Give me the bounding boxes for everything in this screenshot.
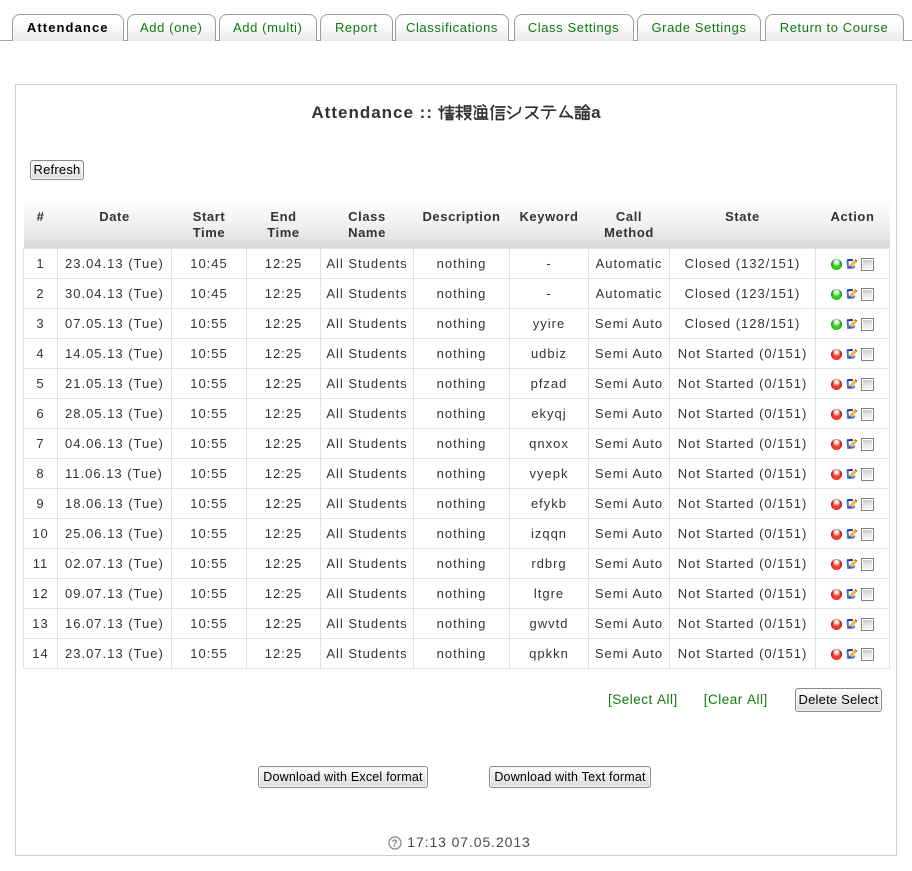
svg-text:?: ? xyxy=(392,838,399,849)
